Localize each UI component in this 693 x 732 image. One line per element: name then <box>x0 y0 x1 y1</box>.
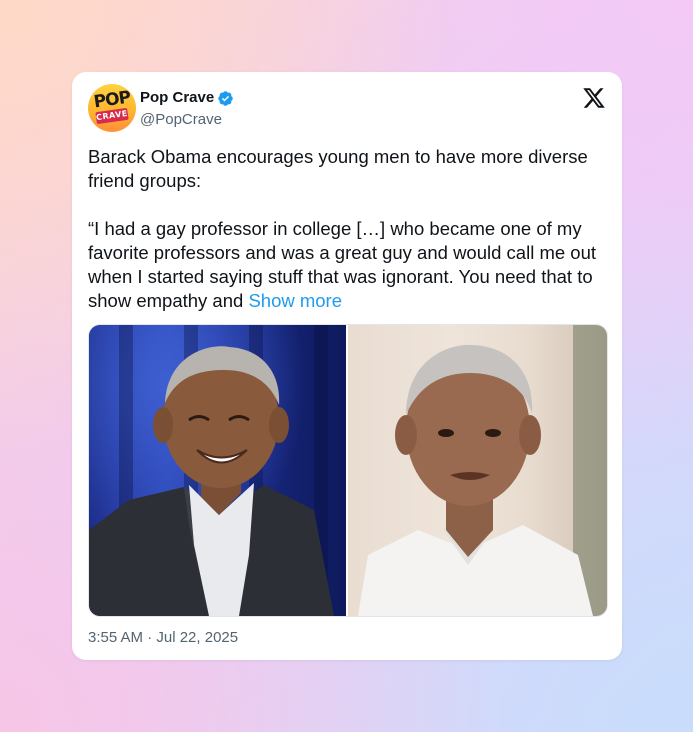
media-photo-left[interactable] <box>89 325 346 616</box>
tweet-quote: “I had a gay professor in college […] wh… <box>88 217 613 313</box>
tweet-intro-line: Barack Obama encourages young men to hav… <box>88 146 588 191</box>
show-more-link[interactable]: Show more <box>248 290 342 311</box>
x-logo-icon[interactable] <box>582 86 606 110</box>
author-name-row: Pop Crave <box>140 89 234 107</box>
avatar-logo-top: POP <box>92 87 132 113</box>
tweet-timestamp[interactable]: 3:55 AM · Jul 22, 2025 <box>88 629 238 647</box>
author-display-name[interactable]: Pop Crave <box>140 89 214 107</box>
media-photo-right[interactable] <box>348 325 607 616</box>
tweet-text: Barack Obama encourages young men to hav… <box>88 145 613 313</box>
tweet-card: POP CRAVE Pop Crave @PopCrave Barack Oba… <box>72 72 622 660</box>
avatar[interactable]: POP CRAVE <box>88 84 136 132</box>
obama-speaking-illustration <box>358 325 607 616</box>
obama-smiling-illustration <box>89 346 334 616</box>
author-handle[interactable]: @PopCrave <box>140 111 222 129</box>
tweet-media[interactable] <box>88 324 608 617</box>
verified-badge-icon <box>218 90 233 106</box>
